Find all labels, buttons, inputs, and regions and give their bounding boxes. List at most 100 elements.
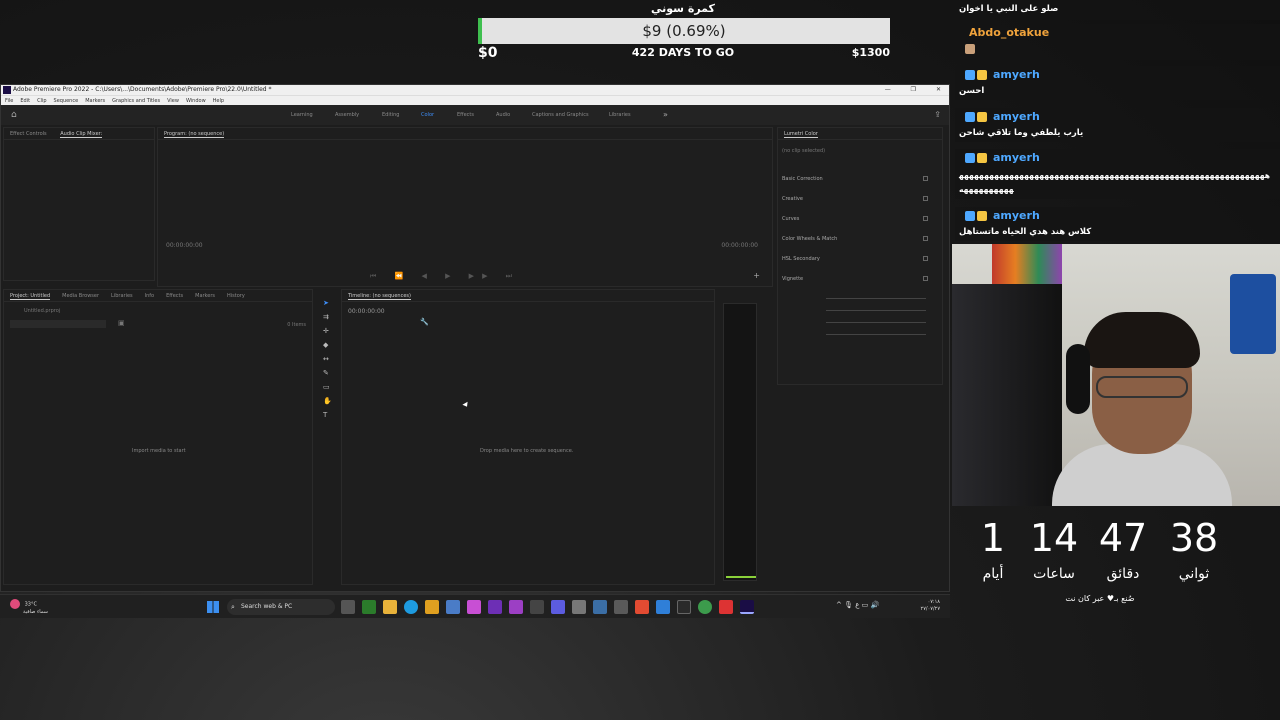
- task-view-icon[interactable]: [341, 600, 355, 614]
- checkbox-icon[interactable]: [923, 196, 928, 201]
- edge-icon[interactable]: [404, 600, 418, 614]
- project-tab[interactable]: Libraries: [111, 293, 133, 299]
- app-icon[interactable]: [467, 600, 481, 614]
- start-button-icon[interactable]: [207, 601, 219, 613]
- workspace-color[interactable]: Color: [421, 105, 434, 125]
- lumetri-creative[interactable]: Creative: [782, 194, 938, 204]
- share-icon[interactable]: ⇪: [934, 105, 941, 125]
- project-tab[interactable]: Info: [145, 293, 154, 299]
- app-icon[interactable]: [488, 600, 502, 614]
- rectangle-tool-icon[interactable]: ▭: [323, 383, 330, 391]
- tab-lumetri-color[interactable]: Lumetri Color: [784, 131, 818, 138]
- home-icon[interactable]: ⌂: [11, 105, 17, 125]
- program-tabs: Program: (no sequence): [158, 128, 772, 140]
- project-search-input[interactable]: [10, 320, 106, 328]
- menu-item[interactable]: Window: [186, 98, 206, 104]
- lumetri-basic-correction[interactable]: Basic Correction: [782, 174, 938, 184]
- project-tab[interactable]: Markers: [195, 293, 215, 299]
- goal-title: كمرة سوني: [651, 2, 715, 15]
- taskbar-search[interactable]: ⌕ Search web & PC: [227, 599, 335, 615]
- minimize-icon[interactable]: —: [885, 86, 891, 93]
- workspace-effects[interactable]: Effects: [457, 105, 474, 125]
- app-icon[interactable]: [677, 600, 691, 614]
- weather-temp: 33°C: [24, 601, 37, 608]
- store-icon[interactable]: [446, 600, 460, 614]
- menu-item[interactable]: Sequence: [54, 98, 79, 104]
- workspace-editing[interactable]: Editing: [382, 105, 399, 125]
- brave-icon[interactable]: [635, 600, 649, 614]
- settings-icon[interactable]: [530, 600, 544, 614]
- pen-tool-icon[interactable]: ✎: [323, 369, 329, 377]
- vignette-slider[interactable]: [826, 310, 926, 311]
- workspace-libraries[interactable]: Libraries: [609, 105, 631, 125]
- razor-tool-icon[interactable]: ◆: [323, 341, 328, 349]
- tab-effect-controls[interactable]: Effect Controls: [10, 131, 47, 137]
- track-select-tool-icon[interactable]: ⇉: [323, 313, 329, 321]
- app-icon[interactable]: [572, 600, 586, 614]
- file-explorer-icon[interactable]: [383, 600, 397, 614]
- vignette-slider[interactable]: [826, 334, 926, 335]
- transport-controls[interactable]: ⏮ ⏪ ◀ ▶ ▶▶ ⏭: [370, 272, 520, 281]
- more-workspaces-icon[interactable]: »: [663, 105, 668, 125]
- tab-timeline[interactable]: Timeline: (no sequences): [348, 293, 411, 300]
- close-icon[interactable]: ✕: [936, 86, 941, 93]
- menu-item[interactable]: Clip: [37, 98, 46, 104]
- project-tab[interactable]: Effects: [166, 293, 183, 299]
- chrome-icon[interactable]: [698, 600, 712, 614]
- wrench-icon[interactable]: 🔧: [420, 318, 429, 326]
- workspace-learning[interactable]: Learning: [291, 105, 313, 125]
- weather-widget[interactable]: 33°C سماء صافية: [10, 599, 48, 615]
- workspace-audio[interactable]: Audio: [496, 105, 510, 125]
- emote-icon: [965, 44, 975, 54]
- app-icon[interactable]: [719, 600, 733, 614]
- checkbox-icon[interactable]: [923, 176, 928, 181]
- app-icon[interactable]: [551, 600, 565, 614]
- project-tab[interactable]: History: [227, 293, 245, 299]
- workspace-assembly[interactable]: Assembly: [335, 105, 359, 125]
- menu-item[interactable]: Help: [213, 98, 224, 104]
- menu-item[interactable]: Edit: [20, 98, 30, 104]
- lumetri-hsl-secondary[interactable]: HSL Secondary: [782, 254, 938, 264]
- lumetri-vignette[interactable]: Vignette: [782, 274, 938, 284]
- timeline-panel: Timeline: (no sequences) 00:00:00:00 🔧 D…: [341, 289, 715, 585]
- lumetri-curves[interactable]: Curves: [782, 214, 938, 224]
- vignette-slider[interactable]: [826, 298, 926, 299]
- app-icon[interactable]: [614, 600, 628, 614]
- hand-tool-icon[interactable]: ✋: [323, 397, 332, 405]
- tab-program[interactable]: Program: (no sequence): [164, 131, 225, 138]
- menu-item[interactable]: Graphics and Titles: [112, 98, 160, 104]
- add-button-icon[interactable]: +: [753, 271, 760, 280]
- system-tray[interactable]: ^ 🎙 ع ▭ 🔊: [836, 601, 879, 609]
- tab-audio-clip-mixer[interactable]: Audio Clip Mixer:: [60, 131, 103, 138]
- chat-username: amyerh: [993, 110, 1040, 123]
- type-tool-icon[interactable]: T: [323, 411, 327, 419]
- project-tab[interactable]: Media Browser: [62, 293, 99, 299]
- app-icon[interactable]: [656, 600, 670, 614]
- premiere-taskbar-icon[interactable]: [740, 600, 754, 614]
- maximize-icon[interactable]: ❐: [911, 86, 916, 93]
- app-icon[interactable]: [362, 600, 376, 614]
- app-icon[interactable]: [509, 600, 523, 614]
- slip-tool-icon[interactable]: ↔: [323, 355, 329, 363]
- webcam-feed: [952, 244, 1280, 506]
- workspace-captions[interactable]: Captions and Graphics: [532, 105, 589, 125]
- menu-item[interactable]: Markers: [85, 98, 105, 104]
- clock[interactable]: ٠٧:١٨ ٢٧/٠٧/٢٧: [921, 599, 940, 613]
- ripple-edit-tool-icon[interactable]: ✛: [323, 327, 329, 335]
- app-icon[interactable]: [425, 600, 439, 614]
- project-tab[interactable]: Project: Untitled: [10, 293, 51, 300]
- checkbox-icon[interactable]: [923, 256, 928, 261]
- premiere-titlebar[interactable]: Adobe Premiere Pro 2022 - C:\Users\...\D…: [1, 85, 949, 95]
- app-icon[interactable]: [593, 600, 607, 614]
- checkbox-icon[interactable]: [923, 216, 928, 221]
- new-bin-icon[interactable]: ▣: [118, 319, 125, 327]
- checkbox-icon[interactable]: [923, 236, 928, 241]
- menu-item[interactable]: View: [167, 98, 179, 104]
- lumetri-color-wheels[interactable]: Color Wheels & Match: [782, 234, 938, 244]
- checkbox-icon[interactable]: [923, 276, 928, 281]
- vignette-slider[interactable]: [826, 322, 926, 323]
- stream-overlay: كمرة سوني $9 (0.69%) $0 422 DAYS TO GO $…: [0, 0, 1280, 720]
- workspace-bar: ⌂ Learning Assembly Editing Color Effect…: [1, 105, 949, 125]
- menu-item[interactable]: File: [5, 98, 13, 104]
- selection-tool-icon[interactable]: ➤: [323, 299, 329, 307]
